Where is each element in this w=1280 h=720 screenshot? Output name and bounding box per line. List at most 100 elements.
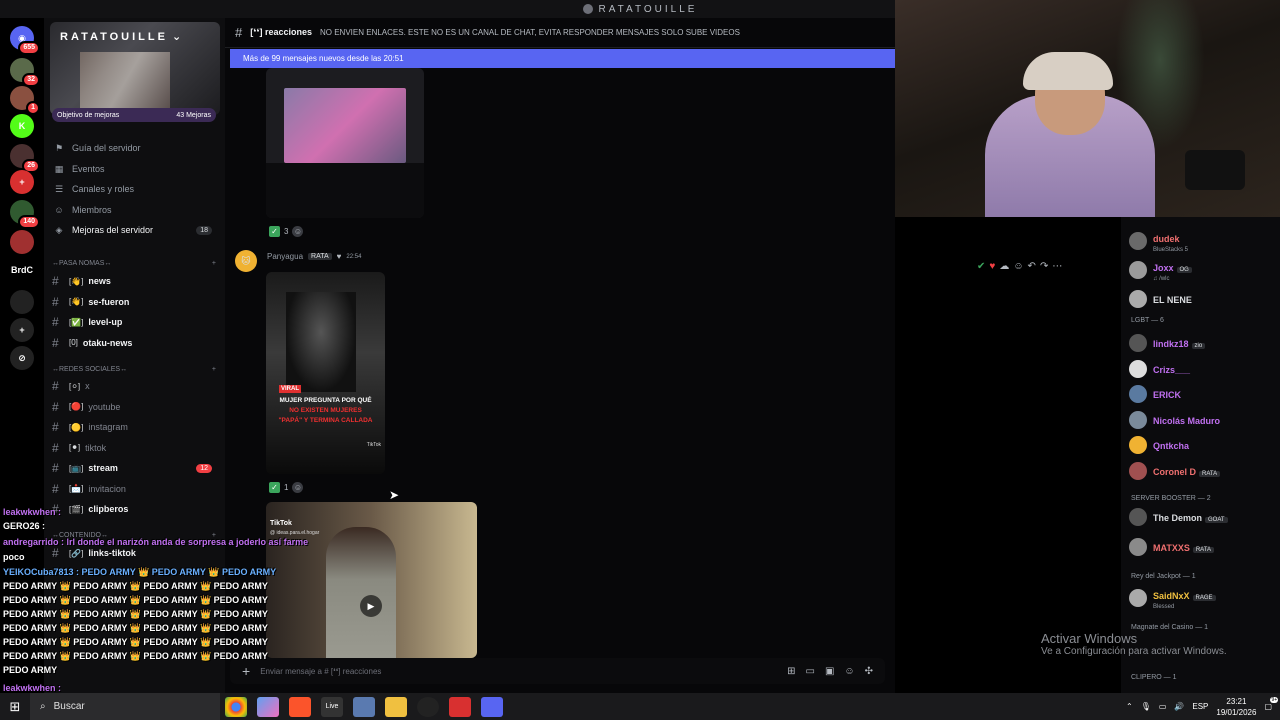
server-icon[interactable] [10, 290, 34, 314]
notepad-icon[interactable] [353, 696, 375, 717]
member-row[interactable]: Nicolás Maduro [1129, 409, 1279, 431]
author-name[interactable]: Panyagua [267, 252, 303, 261]
add-reaction-icon[interactable]: ☺ [292, 225, 304, 237]
server-icon[interactable] [10, 230, 34, 254]
category-header[interactable]: ↔REDES SOCIALES↔ + [52, 366, 216, 373]
member-row[interactable]: lindkz18 zio [1129, 332, 1279, 354]
nav-item-eventos[interactable]: ▦ Eventos [52, 160, 216, 178]
channel-youtube[interactable]: # [🔴] youtube [52, 398, 216, 416]
more-options-icon[interactable]: ⋯ [1052, 261, 1062, 272]
gift-icon[interactable]: ⊞ [787, 666, 795, 677]
new-messages-banner[interactable]: Más de 99 mensajes nuevos desde las 20:5… [230, 49, 895, 68]
member-row[interactable]: The Demon GOAT [1129, 506, 1279, 528]
add-channel-icon[interactable]: + [212, 260, 216, 267]
member-row[interactable]: ERICK [1129, 383, 1279, 405]
channel-otaku-news[interactable]: # [0] otaku-news [52, 334, 216, 352]
channel-stream[interactable]: # [📺] stream 12 [52, 459, 216, 477]
channel-news[interactable]: # [👋] news [52, 272, 216, 290]
server-icon[interactable]: 26 [10, 144, 40, 173]
sticker-icon[interactable]: ▣ [825, 666, 834, 677]
add-channel-icon[interactable]: + [212, 366, 216, 373]
video-attachment[interactable]: VIRAL MUJER PREGUNTA POR QUÉ NO EXISTEN … [266, 272, 385, 474]
add-reaction-icon[interactable]: ☺ [292, 481, 304, 493]
server-name[interactable]: RATATOUILLE ⌄ [60, 30, 184, 44]
copilot-icon[interactable] [257, 696, 279, 717]
channel-invitacion[interactable]: # [📩] invitacion [52, 480, 216, 498]
taskbar-search[interactable]: ⌕ Buscar [30, 693, 220, 720]
server-icon[interactable]: + [10, 170, 34, 194]
member-row[interactable]: Qntkcha [1129, 434, 1279, 456]
message-composer[interactable]: + Enviar mensaje a # [❛❛] reacciones ⊞ ▭… [230, 658, 885, 684]
heart-reaction-icon[interactable]: ♥ [989, 261, 995, 272]
chevron-up-icon[interactable]: ⌃ [1126, 702, 1133, 711]
server-icon[interactable]: 1 [10, 86, 40, 115]
nav-item-miembros[interactable]: ☺ Miembros [52, 201, 216, 219]
language-indicator[interactable]: ESP [1192, 702, 1208, 711]
category-header[interactable]: ↔PASA NOMAS↔ + [52, 260, 216, 267]
server-icon[interactable]: BrdC [8, 258, 36, 282]
member-name-line: SaidNxX RAGE [1153, 586, 1216, 604]
server-icon[interactable]: ◉ 655 [10, 26, 40, 55]
category-label: ↔REDES SOCIALES↔ [52, 366, 128, 373]
notification-icon[interactable]: ▢ 9+ [1264, 697, 1279, 711]
folder-icon[interactable] [385, 696, 407, 717]
channel-emoji: [📺] [69, 463, 84, 473]
webcam-feed [895, 0, 1280, 217]
network-icon[interactable]: ▭ [1159, 702, 1167, 711]
discord-icon[interactable] [481, 696, 503, 717]
boost-goal-bar[interactable]: Objetivo de mejoras 43 Mejoras [52, 108, 216, 122]
check-reaction-icon[interactable]: ✔ [977, 261, 985, 272]
member-tag: OG [1176, 267, 1192, 273]
chrome-icon[interactable] [225, 696, 247, 717]
nav-item-guía-del-servidor[interactable]: ⚑ Guía del servidor [52, 139, 216, 157]
member-row[interactable]: Coronel D RATA [1129, 460, 1279, 482]
nav-item-label: Eventos [72, 163, 105, 174]
channel-emoji: [👋] [69, 297, 84, 306]
channel-instagram[interactable]: # [🟡] instagram [52, 418, 216, 436]
mic-icon[interactable]: 🎙 [1141, 702, 1151, 711]
channel-emoji: [🟡] [69, 422, 84, 432]
channel-se-fueron[interactable]: # [👋] se-fueron [52, 293, 216, 311]
server-icon[interactable]: K [10, 114, 34, 138]
nav-item-canales-y-roles[interactable]: ☰ Canales y roles [52, 180, 216, 198]
channel-tiktok[interactable]: # [⚫] tiktok [52, 439, 216, 457]
watermark-title: Activar Windows [1041, 631, 1138, 646]
nav-item-label: Guía del servidor [72, 143, 141, 153]
caption-line: MUJER PREGUNTA POR QUÉ [279, 397, 372, 404]
media-icon[interactable] [449, 696, 471, 717]
server-icon[interactable]: ⊘ [10, 346, 34, 370]
forward-icon[interactable]: ↷ [1040, 261, 1048, 272]
server-icon[interactable]: + [10, 318, 34, 342]
checkmark-reaction-icon[interactable]: ✓ [269, 481, 280, 493]
chat-overlay-line: leakwkwhen : [3, 507, 62, 517]
clock[interactable]: 23:21 19/01/2026 [1216, 696, 1256, 718]
emoji-icon[interactable]: ☺ [844, 666, 854, 677]
member-row[interactable]: MATXXS RATA [1129, 536, 1279, 558]
member-row[interactable]: Joxx OG ♫ /wlc [1129, 259, 1279, 282]
member-name-line: Nicolás Maduro [1153, 411, 1220, 429]
checkmark-reaction-icon[interactable]: ✓ [269, 225, 280, 237]
obs-icon[interactable] [417, 696, 439, 717]
play-button-icon[interactable]: ▶ [360, 595, 382, 617]
gif-icon[interactable]: ▭ [805, 666, 814, 677]
member-row[interactable]: Crizs___ [1129, 358, 1279, 380]
video-attachment[interactable] [266, 68, 424, 218]
reply-icon[interactable]: ↶ [1028, 261, 1036, 272]
add-reaction-icon[interactable]: ☺ [1013, 261, 1023, 272]
member-row[interactable]: EL NENE [1129, 288, 1279, 310]
server-banner[interactable]: RATATOUILLE ⌄ [50, 22, 220, 115]
volume-icon[interactable]: 🔊 [1174, 702, 1184, 711]
member-row[interactable]: SaidNxX RAGE Blessed [1129, 586, 1279, 610]
server-icon[interactable]: 32 [10, 58, 40, 87]
member-row[interactable]: dudek BlueStacks 5 [1129, 230, 1279, 253]
live-icon[interactable]: Live [321, 696, 343, 717]
nav-item-mejoras-del-servidor[interactable]: ◈ Mejoras del servidor 18 [52, 221, 216, 239]
emoji-reaction-icon[interactable]: ☁ [999, 261, 1009, 272]
windows-start-icon[interactable]: ⊞ [0, 693, 30, 720]
brave-icon[interactable] [289, 696, 311, 717]
server-icon[interactable]: 140 [10, 200, 40, 229]
channel-x[interactable]: # [⚪] x [52, 377, 216, 395]
apps-icon[interactable]: ✣ [865, 666, 873, 677]
avatar[interactable]: 🐱 [235, 250, 257, 272]
channel-level-up[interactable]: # [✅] level-up [52, 313, 216, 331]
